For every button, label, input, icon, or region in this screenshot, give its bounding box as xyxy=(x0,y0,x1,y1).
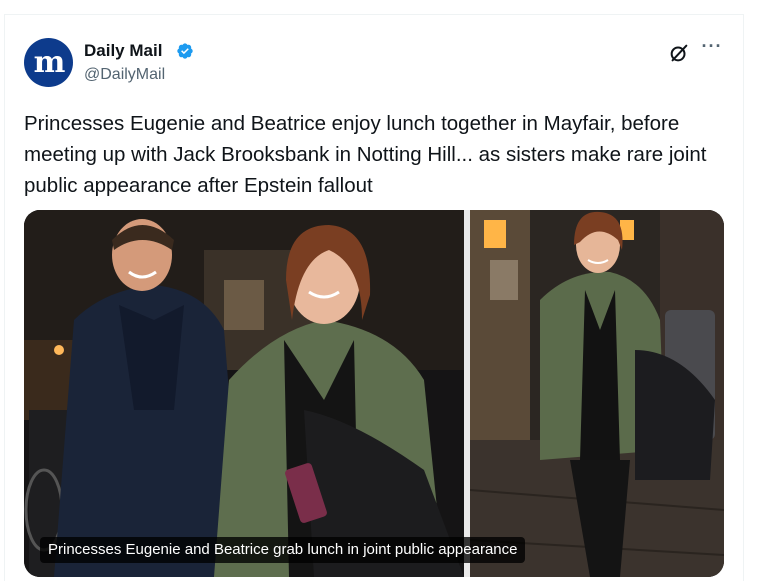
grok-icon[interactable] xyxy=(668,42,690,64)
media-caption: Princesses Eugenie and Beatrice grab lun… xyxy=(40,537,526,563)
media-photo-2[interactable] xyxy=(470,210,724,577)
more-options-icon[interactable]: ··· xyxy=(700,36,724,60)
tweet-text: Princesses Eugenie and Beatrice enjoy lu… xyxy=(24,112,707,197)
tweet-media[interactable]: Princesses Eugenie and Beatrice grab lun… xyxy=(24,210,724,577)
media-photo-1[interactable] xyxy=(24,210,464,577)
author-name[interactable]: Daily Mail xyxy=(84,41,162,61)
author-handle[interactable]: @DailyMail xyxy=(84,66,165,84)
photo-2-illustration xyxy=(470,210,724,577)
verified-badge-icon xyxy=(177,43,193,59)
author-avatar[interactable]: m xyxy=(24,38,73,87)
photo-1-illustration xyxy=(24,210,464,577)
avatar-letter: m xyxy=(33,45,66,80)
